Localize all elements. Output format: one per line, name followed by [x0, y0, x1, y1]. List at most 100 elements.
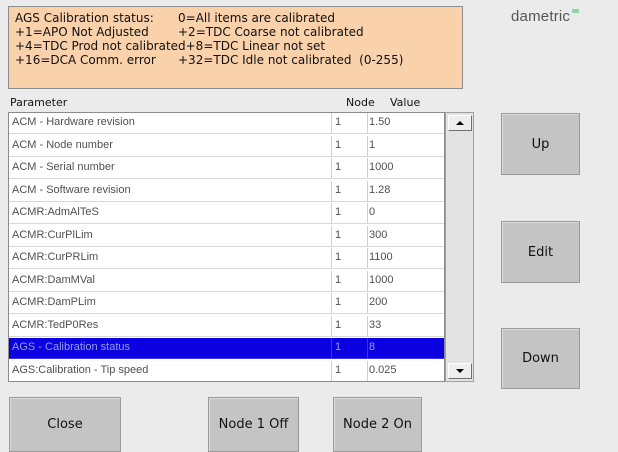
column-header-value: Value: [390, 96, 421, 109]
cell-value: 200: [369, 296, 388, 308]
column-divider: [331, 361, 332, 381]
legend-text: AGS Calibration status:: [15, 11, 154, 25]
row-divider: [9, 246, 444, 247]
node1-toggle-button[interactable]: Node 1 Off: [208, 397, 299, 452]
legend-text: +2=TDC Coarse not calibrated: [178, 25, 364, 39]
column-divider: [367, 271, 368, 291]
cell-parameter: AGS:Calibration - Tip speed: [12, 364, 149, 376]
column-divider: [331, 113, 332, 133]
row-divider: [9, 223, 444, 224]
cell-value: 300: [369, 229, 388, 241]
row-divider: [9, 156, 444, 157]
calibration-status-legend: AGS Calibration status: 0=All items are …: [8, 6, 463, 89]
column-divider: [331, 271, 332, 291]
table-row[interactable]: ACM - Node number 1 1: [9, 136, 444, 157]
legend-line: +1=APO Not Adjusted +2=TDC Coarse not ca…: [15, 25, 456, 39]
column-divider: [331, 338, 332, 358]
legend-text: +4=TDC Prod not calibrated: [15, 39, 186, 53]
table-row[interactable]: ACMR:TedP0Res 1 33: [9, 316, 444, 337]
legend-text: 0=All items are calibrated: [178, 11, 336, 25]
table-row[interactable]: ACMR:CurPlLim 1 300: [9, 226, 444, 247]
row-divider: [9, 133, 444, 134]
arrow-up-icon: [456, 121, 464, 125]
column-divider: [331, 248, 332, 268]
cell-parameter: ACMR:CurPRLim: [12, 251, 99, 263]
legend-text: +1=APO Not Adjusted: [15, 25, 149, 39]
column-divider: [367, 293, 368, 313]
table-row[interactable]: ACMR:CurPRLim 1 1100: [9, 248, 444, 269]
edit-button[interactable]: Edit: [501, 221, 580, 283]
table-row[interactable]: ACM - Hardware revision 1 1.50: [9, 113, 444, 134]
table-scrollbar[interactable]: [445, 112, 474, 382]
column-divider: [331, 136, 332, 156]
parameter-table: ACM - Hardware revision 1 1.50 ACM - Node n…: [8, 112, 445, 382]
table-row[interactable]: ACMR:DamPLim 1 200: [9, 293, 444, 314]
cell-parameter: ACMR:AdmAlTeS: [12, 206, 99, 218]
cell-node: 1: [335, 229, 342, 241]
cell-node: 1: [335, 161, 342, 173]
cell-value: 0.025: [369, 364, 397, 376]
legend-line: +16=DCA Comm. error +32=TDC Idle not cal…: [15, 53, 456, 67]
cell-node: 1: [335, 184, 342, 196]
column-divider: [367, 181, 368, 201]
column-divider: [331, 181, 332, 201]
scroll-up-button[interactable]: [448, 115, 472, 131]
cell-parameter: ACMR:DamPLim: [12, 296, 96, 308]
row-divider: [9, 291, 444, 292]
cell-value: 1000: [369, 161, 394, 173]
column-divider: [367, 248, 368, 268]
column-divider: [367, 113, 368, 133]
column-divider: [331, 158, 332, 178]
close-button[interactable]: Close: [9, 397, 121, 452]
column-divider: [331, 316, 332, 336]
up-button[interactable]: Up: [501, 113, 580, 175]
cell-parameter: ACM - Serial number: [12, 161, 115, 173]
cell-parameter: ACMR:DamMVal: [12, 274, 95, 286]
logo-text: dametric: [511, 8, 571, 25]
column-divider: [367, 203, 368, 223]
cell-value: 8: [369, 341, 376, 353]
cell-node: 1: [335, 296, 342, 308]
scroll-down-button[interactable]: [448, 363, 472, 379]
cell-value: 1100: [369, 251, 393, 263]
node2-toggle-button[interactable]: Node 2 On: [333, 397, 422, 452]
column-header-node: Node: [346, 96, 375, 109]
cell-parameter: ACMR:TedP0Res: [12, 319, 99, 331]
legend-text: +8=TDC Linear not set: [178, 39, 326, 53]
logo-mark-icon: [572, 9, 580, 13]
row-divider: [9, 178, 444, 179]
cell-value: 33: [369, 319, 382, 331]
column-divider: [367, 158, 368, 178]
table-row[interactable]: ACMR:AdmAlTeS 1 0: [9, 203, 444, 224]
cell-value: 1.50: [369, 116, 391, 128]
row-divider: [9, 268, 444, 269]
column-divider: [367, 136, 368, 156]
legend-line: +4=TDC Prod not calibrated +8=TDC Linear…: [15, 39, 456, 53]
cell-node: 1: [335, 274, 342, 286]
row-divider: [9, 201, 444, 202]
row-divider: [9, 358, 444, 359]
column-divider: [367, 316, 368, 336]
cell-value: 0: [369, 206, 376, 218]
cell-value: 1.28: [369, 184, 391, 196]
column-divider: [367, 361, 368, 381]
cell-parameter: ACM - Software revision: [12, 184, 131, 196]
table-row[interactable]: ACMR:DamMVal 1 1000: [9, 271, 444, 292]
table-row[interactable]: AGS:Calibration - Tip speed 1 0.025: [9, 361, 444, 382]
column-divider: [331, 293, 332, 313]
row-divider: [9, 313, 444, 314]
dametric-logo: dametric: [511, 8, 580, 25]
column-divider: [367, 226, 368, 246]
cell-parameter: ACMR:CurPlLim: [12, 229, 93, 241]
column-header-parameter: Parameter: [10, 96, 68, 109]
cell-parameter: ACM - Hardware revision: [12, 116, 135, 128]
table-row[interactable]: ACM - Serial number 1 1000: [9, 158, 444, 179]
row-divider: [9, 381, 444, 382]
table-row[interactable]: AGS - Calibration status 1 8: [9, 338, 444, 359]
down-button[interactable]: Down: [501, 328, 580, 389]
cell-node: 1: [335, 364, 342, 376]
table-row[interactable]: ACM - Software revision 1 1.28: [9, 181, 444, 202]
cell-node: 1: [335, 319, 342, 331]
cell-parameter: AGS - Calibration status: [12, 341, 130, 353]
legend-text: +16=DCA Comm. error: [15, 53, 156, 67]
